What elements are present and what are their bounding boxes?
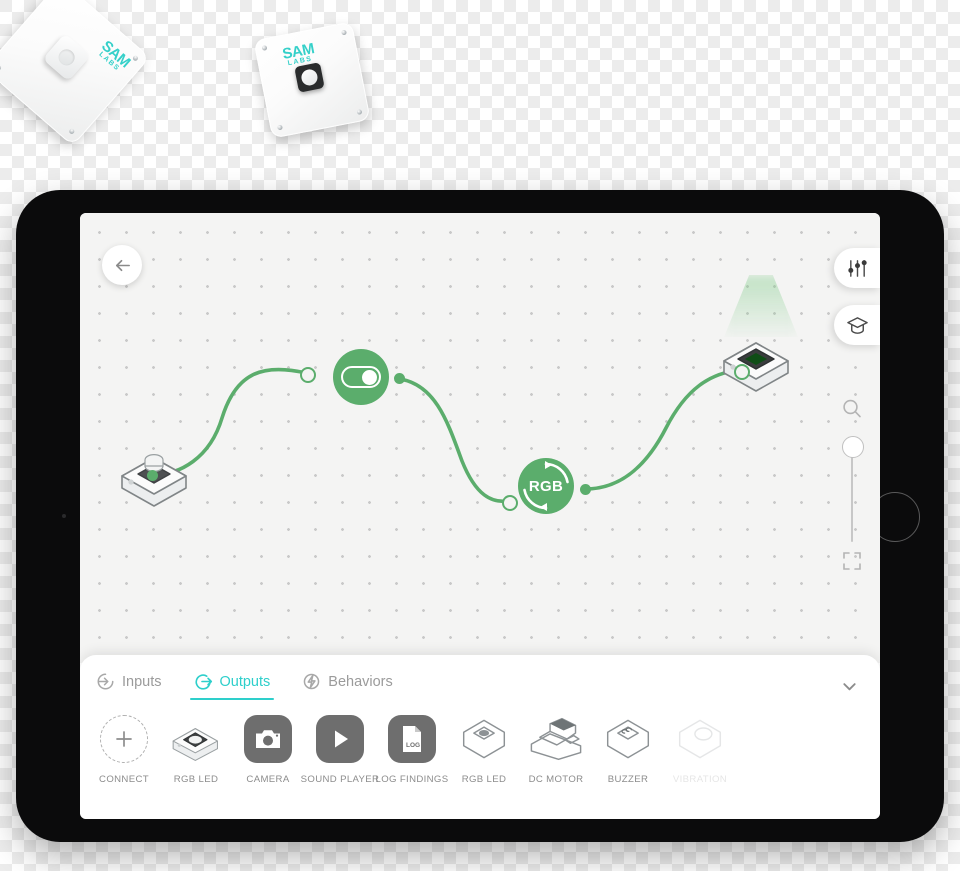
graduation-cap-icon — [846, 316, 868, 334]
component-tray: Inputs Outputs Behaviors CONNECT RGB LED… — [80, 655, 880, 819]
rgb-led-block-icon — [172, 728, 218, 761]
zoom-search-button[interactable] — [838, 395, 866, 423]
toggle-knob — [362, 369, 377, 385]
buzzer-icon — [606, 719, 650, 759]
screw — [68, 127, 76, 135]
screw — [261, 45, 268, 51]
item-icon — [168, 711, 224, 767]
item-icon — [312, 711, 368, 767]
item-label: VIBRATION — [672, 774, 728, 785]
item-rgb-led-photo[interactable]: RGB LED — [160, 711, 232, 785]
item-label: LOG FINDINGS — [375, 774, 449, 785]
sam-labs-logo: SAM LABS — [94, 37, 133, 76]
play-tile — [316, 715, 364, 763]
rgb-led-outline-icon — [462, 719, 506, 759]
ipad-screen: RGB Inputs Outputs Behaviors CONNECT RGB… — [80, 213, 880, 819]
screw — [277, 124, 283, 131]
item-log-findings[interactable]: LOG LOG FINDINGS — [376, 711, 448, 785]
svg-text:LOG: LOG — [406, 742, 420, 749]
lightning-bolt-icon — [303, 673, 320, 690]
zoom-slider[interactable] — [838, 436, 866, 546]
port-out-rgb[interactable] — [580, 484, 591, 495]
port-out-toggle[interactable] — [394, 373, 405, 384]
item-icon — [672, 711, 728, 767]
item-label: CONNECT — [99, 774, 149, 785]
arrow-out-circle-icon — [194, 674, 212, 690]
tab-inputs-label: Inputs — [122, 673, 162, 690]
dc-motor-icon — [530, 717, 582, 761]
wire-toggle-to-rgb — [398, 377, 510, 504]
sam-labs-button-block: SAM LABS — [0, 0, 151, 147]
back-button[interactable] — [102, 245, 142, 285]
item-icon — [600, 711, 656, 767]
item-icon — [240, 711, 296, 767]
item-label: DC MOTOR — [528, 774, 584, 785]
item-icon — [456, 711, 512, 767]
tab-outputs[interactable]: Outputs — [189, 669, 275, 700]
play-icon — [335, 730, 348, 748]
plus-dashed-icon — [100, 715, 148, 763]
rgb-node-label: RGB — [528, 477, 564, 495]
chevron-down-icon — [842, 682, 856, 690]
toggle-switch-icon — [341, 366, 381, 388]
port-out-button[interactable] — [147, 470, 158, 481]
rgb-led-block-icon — [723, 342, 789, 392]
block-body: SAM LABS — [253, 21, 371, 139]
node-rgb-behavior[interactable]: RGB — [518, 458, 574, 514]
fit-screen-icon — [843, 552, 861, 570]
item-icon: LOG — [384, 711, 440, 767]
arrow-into-circle-icon — [97, 673, 114, 690]
item-label: BUZZER — [607, 774, 649, 785]
learn-button[interactable] — [834, 305, 880, 345]
item-connect[interactable]: CONNECT — [88, 711, 160, 785]
sam-labs-led-block: SAM LABS — [253, 21, 371, 139]
collapse-tray-button[interactable] — [836, 673, 862, 699]
tab-outputs-label: Outputs — [219, 673, 271, 690]
item-icon — [528, 711, 584, 767]
item-label: CAMERA — [246, 774, 290, 785]
screw — [356, 109, 363, 115]
led-cap — [294, 62, 325, 93]
settings-button[interactable] — [834, 248, 880, 288]
sliders-icon — [847, 259, 867, 277]
tab-behaviors[interactable]: Behaviors — [298, 669, 396, 700]
camera-icon — [256, 730, 280, 748]
item-rgb-led-outline[interactable]: RGB LED — [448, 711, 520, 785]
button-cap — [42, 33, 91, 82]
node-rgb-led-output[interactable] — [718, 323, 796, 398]
vibration-icon — [678, 719, 722, 759]
port-in-led[interactable] — [734, 364, 750, 380]
wire-rgb-to-led — [583, 368, 742, 491]
magnifier-icon — [843, 399, 861, 418]
log-tile: LOG — [388, 715, 436, 763]
item-label: SOUND PLAYER — [300, 774, 380, 785]
item-vibration[interactable]: VIBRATION — [664, 711, 736, 785]
zoom-slider-track — [851, 454, 853, 542]
zoom-slider-knob[interactable] — [842, 436, 864, 458]
item-sound-player[interactable]: SOUND PLAYER — [301, 711, 379, 785]
plus-icon — [116, 731, 132, 747]
item-buzzer[interactable]: BUZZER — [592, 711, 664, 785]
item-label: RGB LED — [173, 774, 219, 785]
tab-inputs[interactable]: Inputs — [92, 669, 166, 700]
component-list[interactable]: CONNECT RGB LED CAMERA SOUND PLAYER LOG … — [80, 711, 880, 815]
camera-tile — [244, 715, 292, 763]
back-arrow-icon — [115, 259, 130, 271]
tab-behaviors-label: Behaviors — [328, 673, 393, 690]
log-document-icon: LOG — [403, 726, 421, 752]
fit-screen-button[interactable] — [838, 547, 866, 575]
block-body: SAM LABS — [0, 0, 151, 147]
node-toggle-behavior[interactable] — [333, 349, 389, 405]
port-in-rgb[interactable] — [502, 495, 518, 511]
ipad-device-frame: RGB Inputs Outputs Behaviors CONNECT RGB… — [16, 190, 944, 842]
item-label: RGB LED — [461, 774, 507, 785]
tray-tabs: Inputs Outputs Behaviors — [92, 669, 397, 700]
item-camera[interactable]: CAMERA — [232, 711, 304, 785]
item-dc-motor[interactable]: DC MOTOR — [520, 711, 592, 785]
item-icon — [96, 711, 152, 767]
screw — [341, 29, 347, 36]
flow-canvas[interactable]: RGB — [80, 213, 880, 663]
screw — [0, 64, 3, 72]
port-in-toggle[interactable] — [300, 367, 316, 383]
